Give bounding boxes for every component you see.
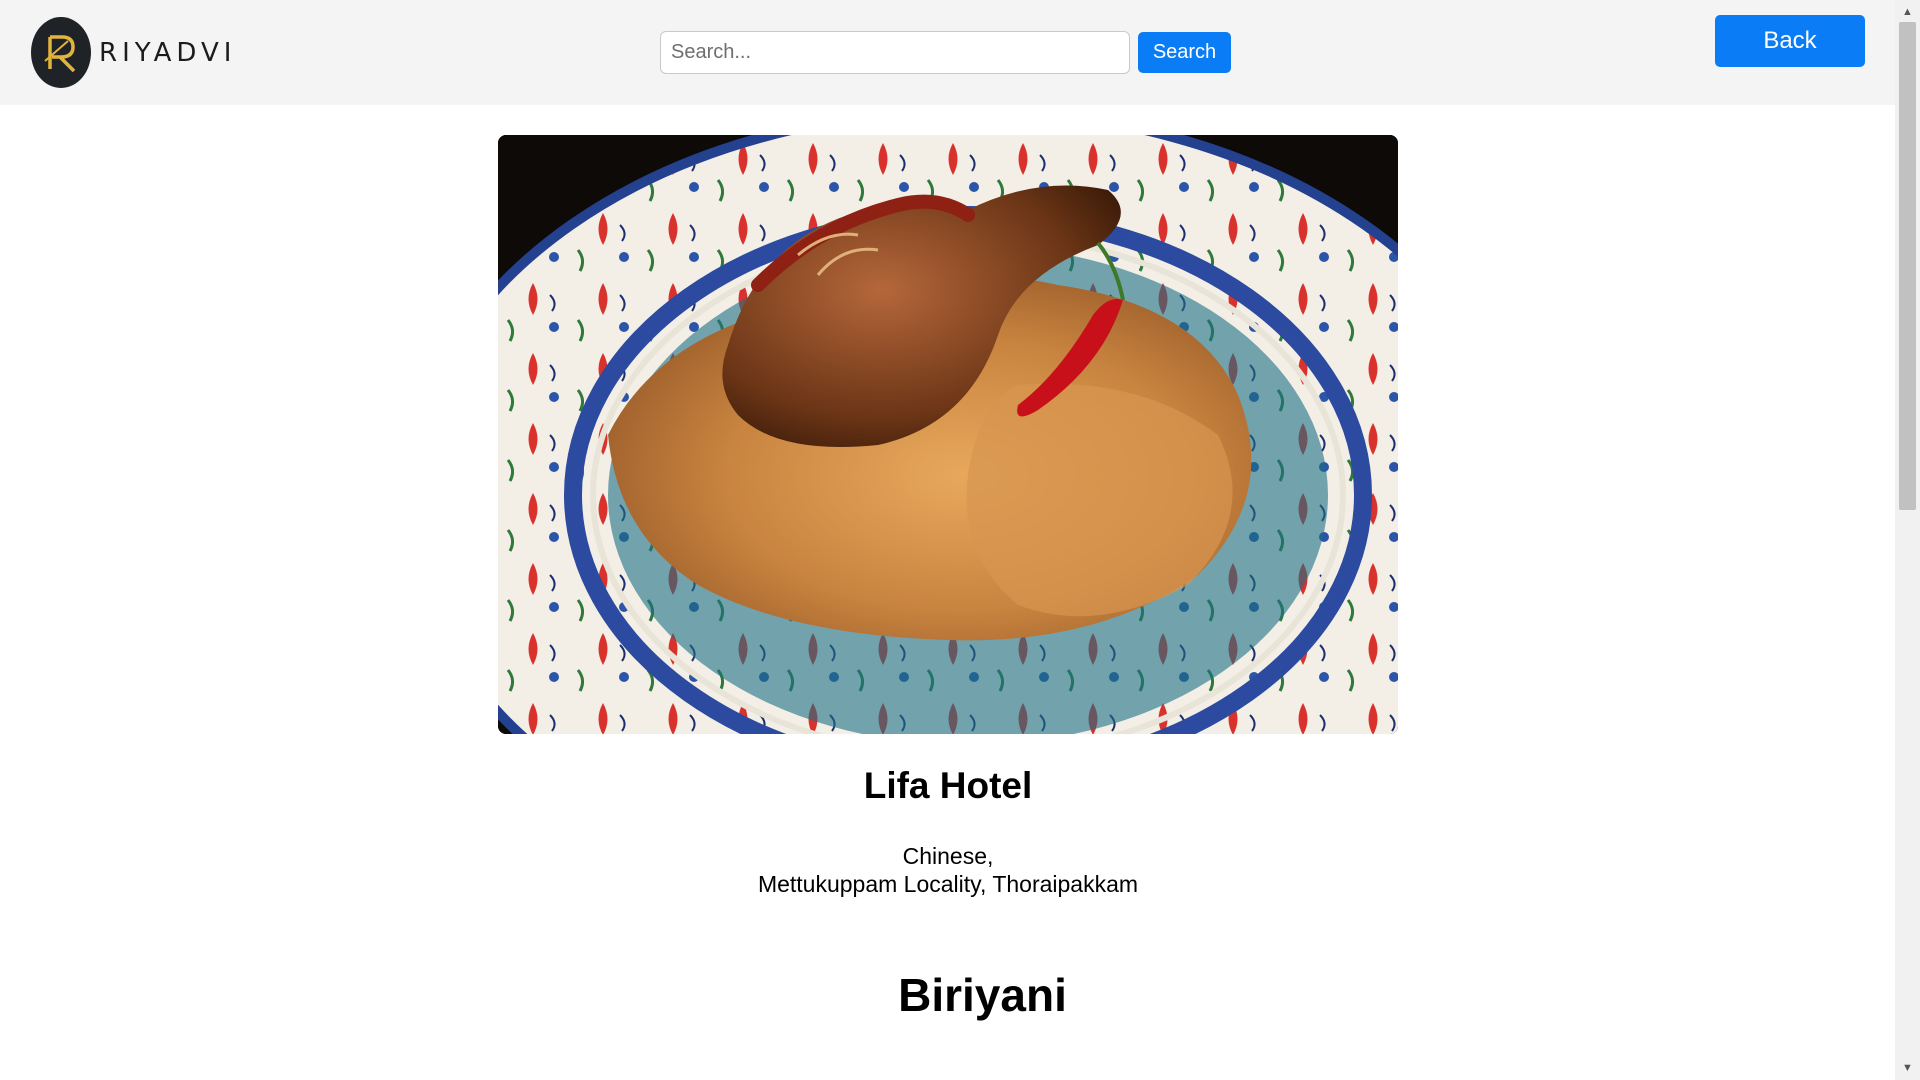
vertical-scrollbar[interactable]: ▲ ▼	[1895, 0, 1920, 1080]
r-monogram-icon	[31, 17, 91, 88]
search-button[interactable]: Search	[1138, 32, 1231, 73]
restaurant-locality: Mettukuppam Locality, Thoraipakkam	[757, 871, 1139, 897]
arrow-down-icon[interactable]: ▼	[1895, 1058, 1920, 1078]
brand-name: RIYADVI	[99, 37, 237, 68]
dish-name: Biriyani	[898, 969, 1067, 1021]
brand[interactable]: RIYADVI	[31, 17, 236, 88]
back-button[interactable]: Back	[1715, 15, 1865, 67]
page: RIYADVI Search Back	[0, 0, 1920, 1080]
dish-photo	[498, 135, 1398, 734]
restaurant-cuisine: Chinese,	[902, 843, 994, 869]
search-input[interactable]	[660, 31, 1130, 74]
scrollbar-thumb[interactable]	[1899, 22, 1916, 510]
restaurant-name: Lifa Hotel	[863, 765, 1033, 806]
arrow-up-icon[interactable]: ▲	[1895, 2, 1920, 22]
top-header: RIYADVI Search Back	[0, 0, 1895, 105]
